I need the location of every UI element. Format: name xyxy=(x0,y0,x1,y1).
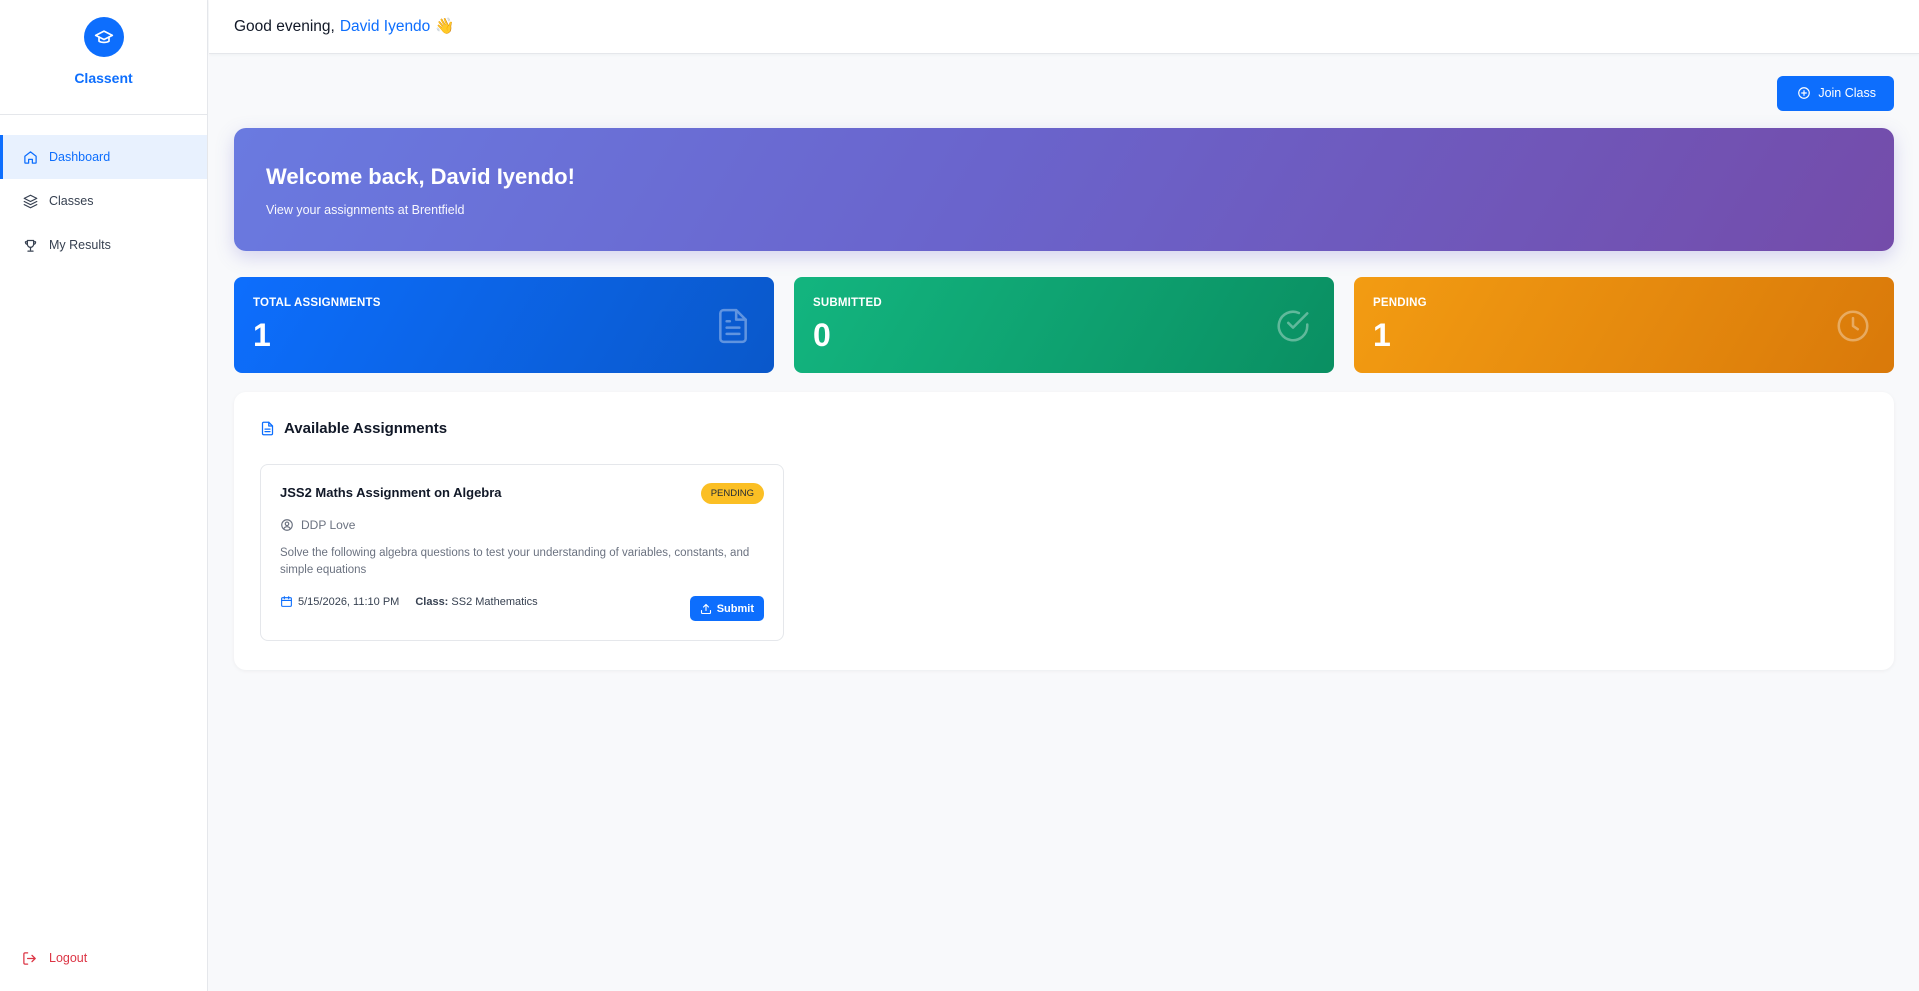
submit-label: Submit xyxy=(716,602,754,615)
plus-circle-icon xyxy=(1797,86,1811,100)
class-name: SS2 Mathematics xyxy=(451,595,538,608)
topbar: Good evening, David Iyendo 👋 xyxy=(209,0,1919,54)
stat-value: 1 xyxy=(253,317,271,353)
stats-row: TOTAL ASSIGNMENTS 1 SUBMITTED 0 PENDING … xyxy=(234,277,1894,373)
assignments-header: Available Assignments xyxy=(260,420,1868,437)
brand-name[interactable]: Classent xyxy=(74,70,132,86)
trophy-icon xyxy=(22,237,38,253)
stat-card-submitted: SUBMITTED 0 xyxy=(794,277,1334,373)
stat-label: SUBMITTED xyxy=(813,297,882,309)
stat-value: 1 xyxy=(1373,317,1391,353)
upload-icon xyxy=(700,603,712,615)
sidebar-item-dashboard[interactable]: Dashboard xyxy=(0,135,207,179)
logout-icon xyxy=(22,950,38,966)
join-class-button[interactable]: Join Class xyxy=(1777,75,1894,111)
assignments-panel: Available Assignments JSS2 Maths Assignm… xyxy=(234,392,1894,670)
stat-value: 0 xyxy=(813,317,831,353)
sidebar-nav: Dashboard Classes My Results xyxy=(0,135,207,267)
sidebar-item-label: My Results xyxy=(49,238,111,252)
sidebar-item-label: Classes xyxy=(49,194,94,208)
welcome-banner: Welcome back, David Iyendo! View your as… xyxy=(234,128,1894,251)
sidebar-item-label: Dashboard xyxy=(49,150,111,164)
wave-emoji: 👋 xyxy=(435,18,455,35)
sidebar-item-my-results[interactable]: My Results xyxy=(0,223,207,267)
stat-label: PENDING xyxy=(1373,297,1427,309)
graduation-cap-icon[interactable] xyxy=(83,17,124,57)
check-circle-icon xyxy=(1277,310,1309,342)
due-date: 5/15/2026, 11:10 PM xyxy=(298,595,400,608)
welcome-subtitle: View your assignments at Brentfield xyxy=(266,203,465,217)
welcome-title: Welcome back, David Iyendo! xyxy=(266,164,575,189)
assignment-description: Solve the following algebra questions to… xyxy=(280,547,750,576)
stat-card-total-assignments: TOTAL ASSIGNMENTS 1 xyxy=(234,277,774,373)
assignment-title: JSS2 Maths Assignment on Algebra xyxy=(280,485,502,500)
stat-label: TOTAL ASSIGNMENTS xyxy=(253,297,381,309)
layers-icon xyxy=(22,193,38,209)
logout-button[interactable]: Logout xyxy=(22,950,87,966)
assignment-card[interactable]: JSS2 Maths Assignment on Algebra PENDING… xyxy=(260,464,784,641)
document-icon xyxy=(719,308,747,344)
main-content: Join Class Welcome back, David Iyendo! V… xyxy=(234,54,1894,670)
greeting-text: Good evening, xyxy=(234,17,335,35)
join-class-label: Join Class xyxy=(1818,86,1876,100)
sidebar-item-classes[interactable]: Classes xyxy=(0,179,207,223)
document-icon xyxy=(260,421,276,437)
teacher-name: DDP Love xyxy=(301,518,356,532)
logout-label: Logout xyxy=(49,951,88,965)
brand: Classent xyxy=(0,0,207,115)
assignment-teacher: DDP Love xyxy=(280,518,764,532)
class-label: Class: xyxy=(415,595,449,608)
assignments-title: Available Assignments xyxy=(284,420,448,437)
status-badge: PENDING xyxy=(700,483,764,504)
home-icon xyxy=(22,149,38,165)
calendar-icon xyxy=(280,595,293,608)
actions-row: Join Class xyxy=(234,54,1894,128)
user-name: David Iyendo xyxy=(339,17,431,35)
assignment-class: Class: SS2 Mathematics xyxy=(415,596,537,608)
stat-card-pending: PENDING 1 xyxy=(1354,277,1894,373)
sidebar: Classent Dashboard Classes My Results Lo… xyxy=(0,0,208,991)
submit-button[interactable]: Submit xyxy=(689,596,764,621)
clock-icon xyxy=(1837,310,1869,342)
user-circle-icon xyxy=(280,518,294,532)
